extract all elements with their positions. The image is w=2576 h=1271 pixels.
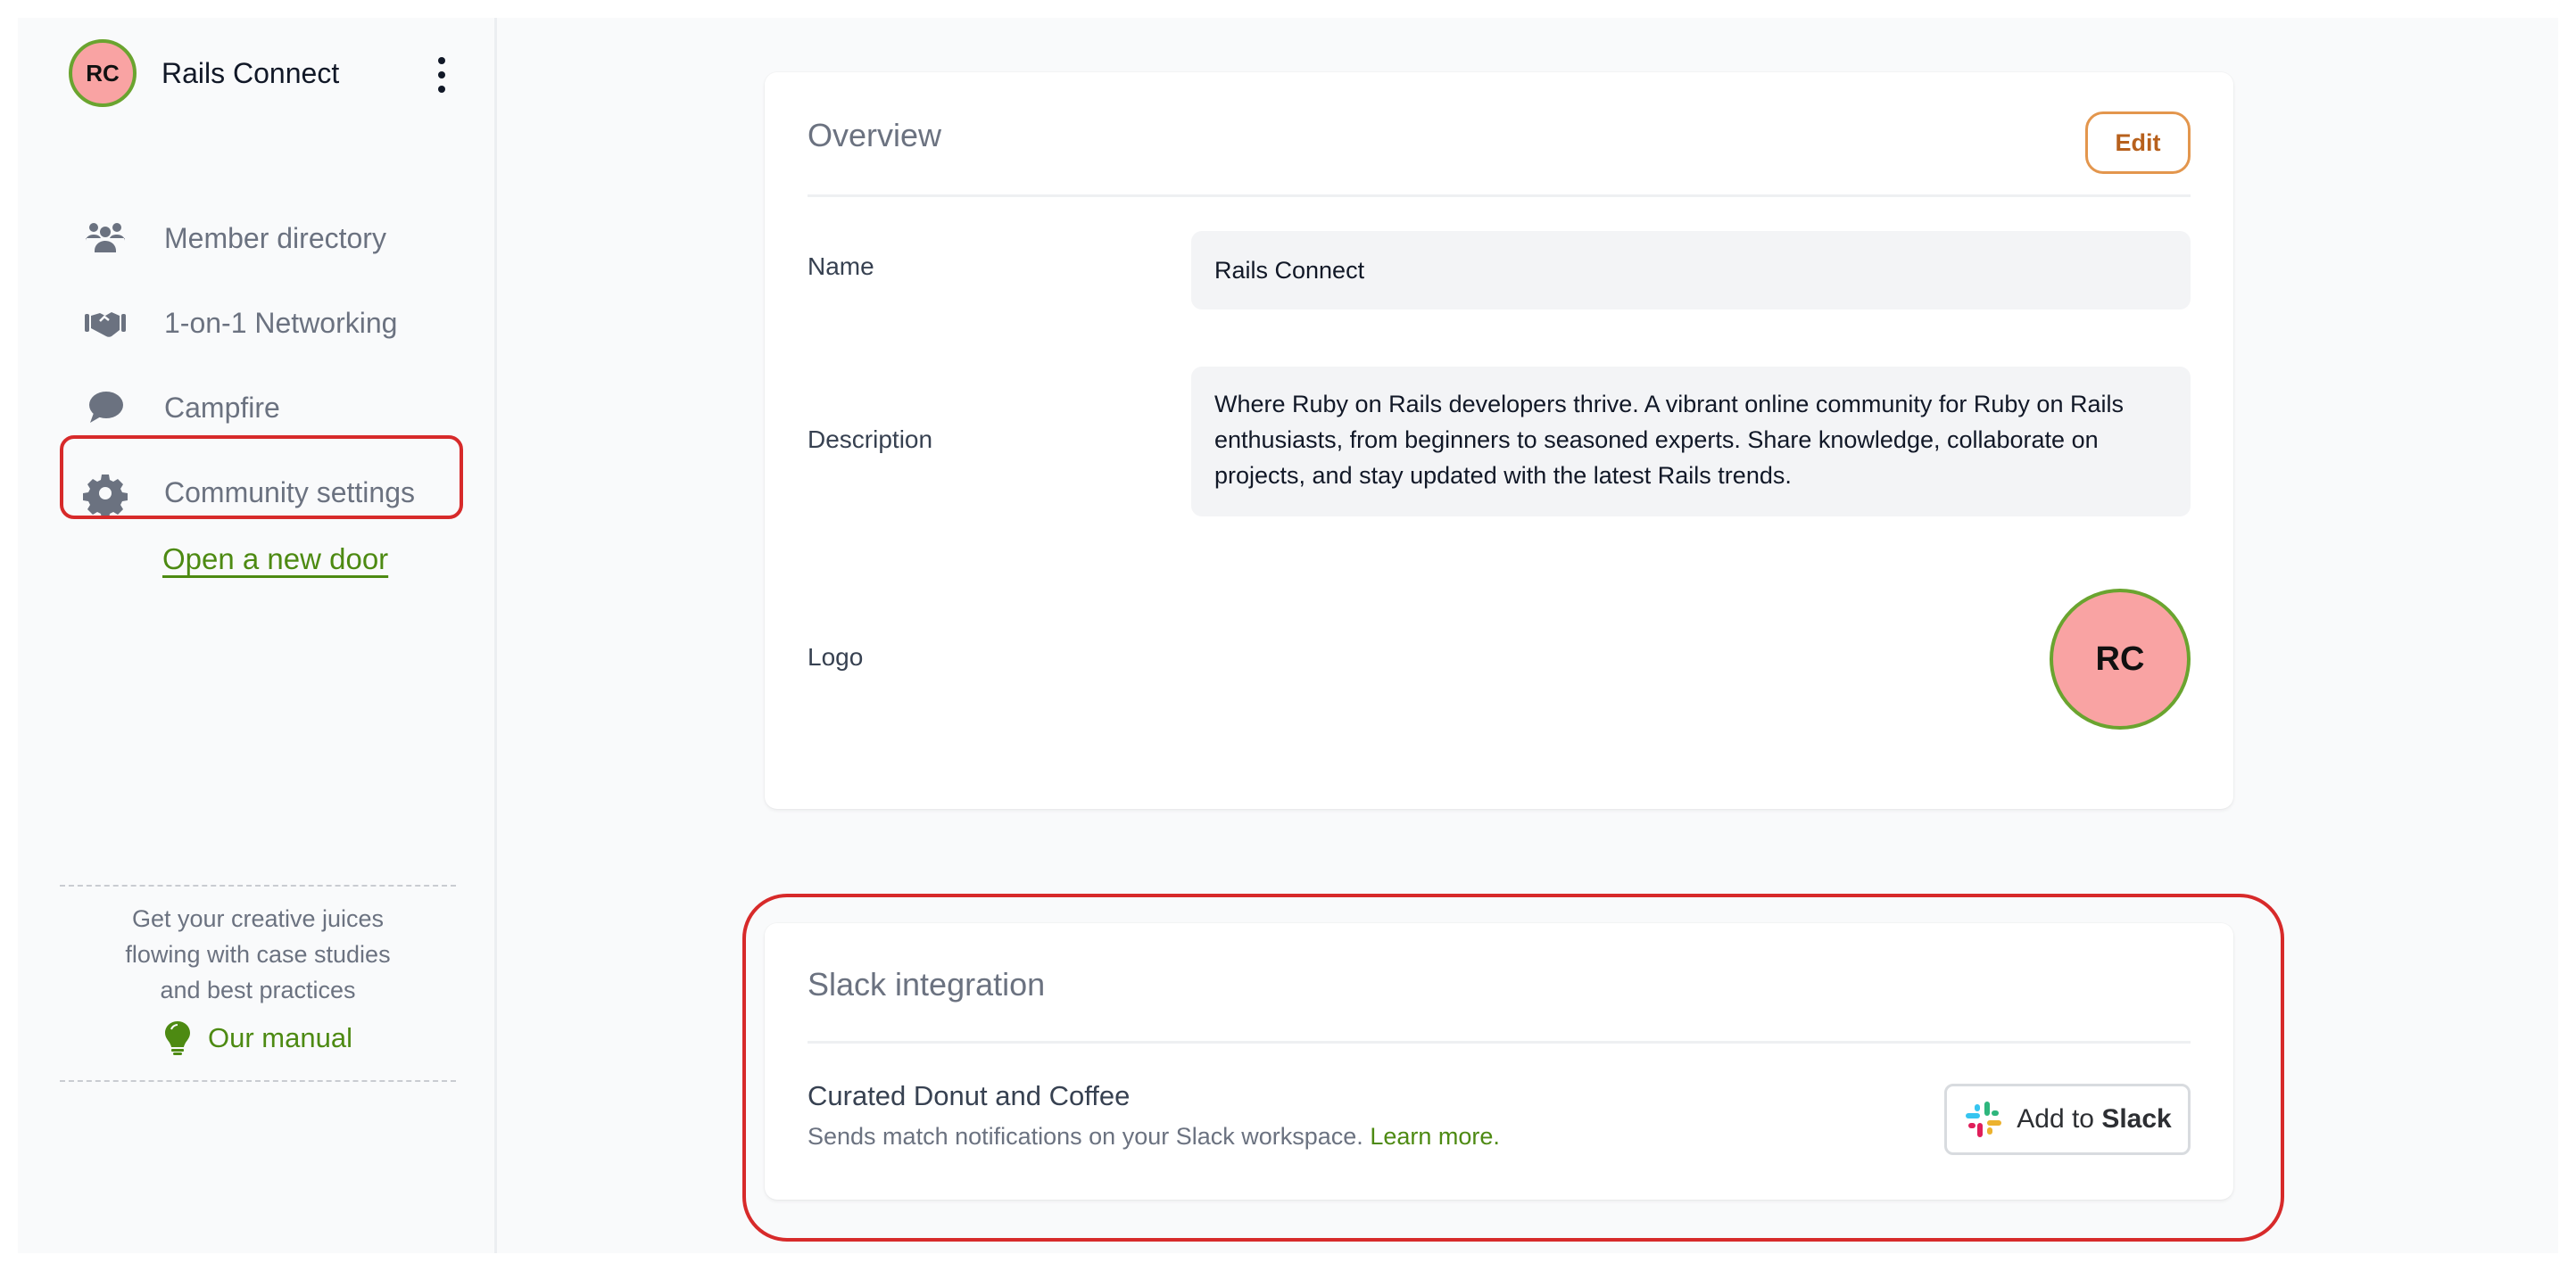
overview-card: Overview Edit Name Rails Connect Descrip… [765, 72, 2233, 809]
integration-desc-text: Sends match notifications on your Slack … [808, 1123, 1363, 1150]
sidebar-item-member-directory[interactable]: Member directory [80, 196, 473, 281]
integration-title: Curated Donut and Coffee [808, 1080, 1131, 1111]
learn-more-link[interactable]: Learn more. [1370, 1123, 1500, 1150]
sidebar-nav: Member directory 1-on-1 Networking Campf… [80, 196, 473, 535]
add-to-slack-button[interactable]: Add to Slack [1944, 1084, 2191, 1155]
overview-header: Overview Edit [808, 72, 2191, 197]
open-new-door-link[interactable]: Open a new door [162, 542, 388, 576]
name-field: Rails Connect [1191, 231, 2191, 309]
community-avatar: RC [69, 39, 137, 107]
logo-label: Logo [808, 643, 864, 671]
community-brand[interactable]: RC Rails Connect [69, 37, 339, 109]
chat-bubble-icon [80, 384, 130, 433]
sidebar-item-community-settings[interactable]: Community settings [80, 450, 473, 535]
community-name: Rails Connect [162, 56, 340, 89]
sidebar-item-campfire[interactable]: Campfire [80, 366, 473, 450]
our-manual-link[interactable]: Our manual [163, 1020, 352, 1056]
manual-promo: Get your creative juices flowing with ca… [60, 885, 456, 1082]
community-logo: RC [2050, 589, 2191, 730]
slack-integration-card: Slack integration Curated Donut and Coff… [765, 923, 2233, 1200]
our-manual-label: Our manual [208, 1022, 352, 1053]
kebab-vertical-icon[interactable] [433, 57, 451, 93]
promo-text: Get your creative juices flowing with ca… [125, 905, 391, 1003]
slack-title: Slack integration [808, 966, 1046, 1003]
overview-title: Overview [808, 117, 942, 153]
name-label: Name [808, 252, 874, 280]
users-icon [80, 214, 130, 264]
slack-header: Slack integration [808, 923, 2191, 1044]
gear-icon [80, 468, 130, 518]
sidebar-item-label: Member directory [164, 222, 386, 254]
slack-logo-icon [1966, 1102, 2002, 1137]
sidebar-item-networking[interactable]: 1-on-1 Networking [80, 281, 473, 366]
sidebar-item-label: Community settings [164, 476, 415, 508]
integration-description: Sends match notifications on your Slack … [808, 1123, 1500, 1151]
edit-button[interactable]: Edit [2085, 111, 2191, 174]
sidebar: RC Rails Connect Member directory 1-on-1… [18, 18, 497, 1253]
lightbulb-icon [165, 1021, 191, 1055]
add-to-slack-label: Add to Slack [2017, 1104, 2172, 1134]
sidebar-item-label: Campfire [164, 392, 280, 424]
description-label: Description [808, 425, 933, 453]
description-field: Where Ruby on Rails developers thrive. A… [1191, 367, 2191, 516]
sidebar-item-label: 1-on-1 Networking [164, 307, 398, 339]
handshake-icon [80, 299, 130, 349]
app-window: RC Rails Connect Member directory 1-on-1… [18, 18, 2558, 1253]
